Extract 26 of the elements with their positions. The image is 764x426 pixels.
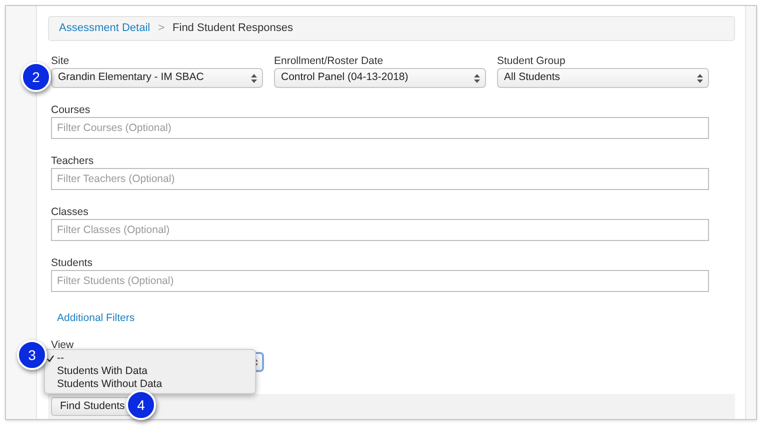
- additional-filters-link[interactable]: Additional Filters: [57, 311, 135, 325]
- filter-input[interactable]: Filter Students (Optional): [51, 270, 709, 292]
- field-label: Students: [51, 256, 94, 270]
- field-label: Classes: [51, 205, 90, 219]
- field-label: Site: [51, 54, 70, 68]
- select-arrows-icon: [697, 74, 703, 82]
- step-badge: 2: [21, 62, 51, 92]
- field-label: Student Group: [497, 54, 566, 68]
- field-label: Courses: [51, 103, 92, 117]
- menu-option[interactable]: --: [57, 350, 64, 366]
- breadcrumb-current: Find Student Responses: [172, 21, 293, 36]
- menu-option[interactable]: Students Without Data: [57, 376, 162, 392]
- filter-input[interactable]: Filter Teachers (Optional): [51, 168, 709, 190]
- field-label: Teachers: [51, 154, 95, 168]
- filter-input[interactable]: Filter Courses (Optional): [51, 117, 709, 139]
- select-arrows-icon: [474, 74, 480, 82]
- breadcrumb-link[interactable]: Assessment Detail: [59, 20, 150, 37]
- field-label: View: [51, 338, 75, 352]
- select-dropdown[interactable]: All Students: [497, 68, 709, 88]
- filter-input[interactable]: Filter Classes (Optional): [51, 219, 709, 241]
- field-label: Enrollment/Roster Date: [274, 54, 384, 68]
- breadcrumb-separator: >: [158, 21, 165, 36]
- select-arrows-icon: [251, 74, 257, 82]
- select-dropdown[interactable]: Control Panel (04-13-2018): [274, 68, 486, 88]
- select-dropdown[interactable]: Grandin Elementary - IM SBAC: [51, 68, 263, 88]
- menu-option[interactable]: Students With Data: [57, 364, 148, 380]
